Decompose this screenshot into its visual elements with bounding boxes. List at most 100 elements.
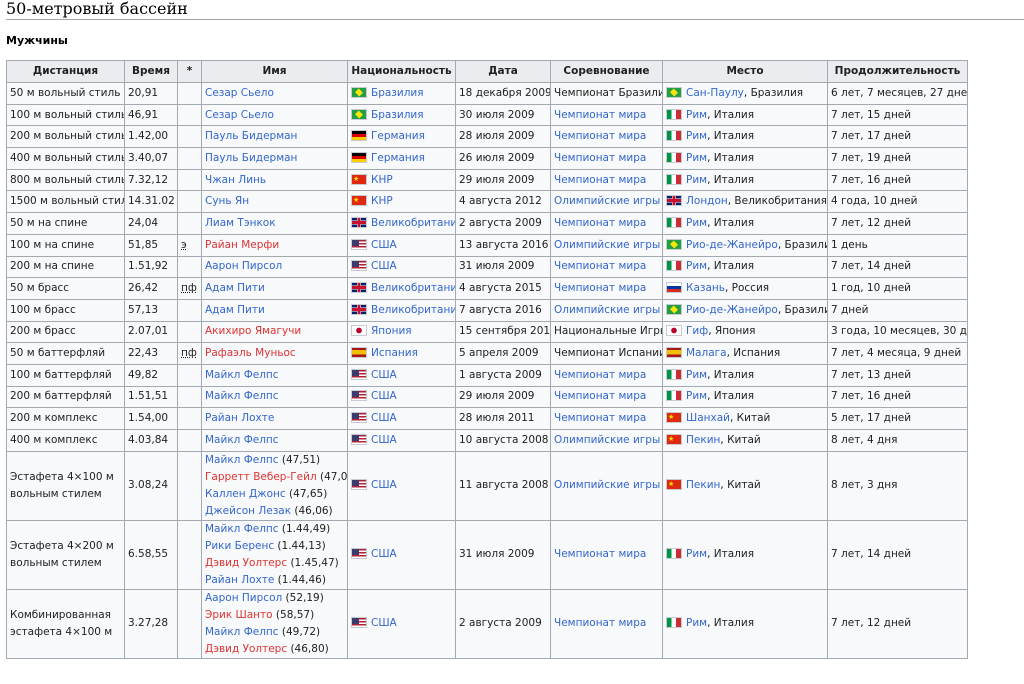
swimmer-link[interactable]: Райан Мерфи [205, 239, 279, 251]
city-link[interactable]: Рим [686, 109, 707, 121]
city-link[interactable]: Рим [686, 174, 707, 186]
swimmer-link[interactable]: Рики Беренс [205, 540, 274, 552]
nation-link[interactable]: США [371, 390, 397, 402]
nation-link[interactable]: Испания [371, 347, 418, 359]
competition-label[interactable]: Чемпионат мира [554, 152, 646, 164]
competition-label[interactable]: Олимпийские игры [554, 195, 660, 207]
nation-link[interactable]: США [371, 479, 397, 491]
city-link[interactable]: Рим [686, 217, 707, 229]
nation-link[interactable]: Великобритания [371, 304, 455, 316]
city-link[interactable]: Казань [686, 282, 725, 294]
swimmer-link[interactable]: Пауль Бидерман [205, 130, 297, 142]
competition-label[interactable]: Чемпионат мира [554, 412, 646, 424]
nation-link[interactable]: Бразилия [371, 109, 424, 121]
competition-label[interactable]: Чемпионат мира [554, 282, 646, 294]
city-link[interactable]: Рим [686, 369, 707, 381]
header-competition[interactable]: Соревнование [550, 60, 663, 83]
city-link[interactable]: Гиф [686, 325, 708, 337]
city-link[interactable]: Пекин [686, 434, 720, 446]
country-text: , Италия [707, 260, 755, 273]
swimmer-link[interactable]: Эрик Шанто [205, 609, 273, 621]
country-text: , Бразилия [777, 238, 827, 251]
swimmer-link[interactable]: Майкл Фелпс [205, 434, 279, 446]
competition-label[interactable]: Чемпионат мира [554, 390, 646, 402]
swimmer-link[interactable]: Райан Лохте [205, 574, 274, 586]
competition-label[interactable]: Олимпийские игры [554, 434, 660, 446]
city-link[interactable]: Рим [686, 260, 707, 272]
swimmer-link[interactable]: Аарон Пирсол [205, 260, 282, 272]
nation-link[interactable]: США [371, 260, 397, 272]
swimmer-link[interactable]: Каллен Джонс [205, 488, 286, 500]
swimmer-link[interactable]: Гарретт Вебер-Гейл [205, 471, 317, 483]
swimmer-link[interactable]: Сезар Сьело [205, 109, 274, 121]
nation-link[interactable]: Германия [371, 130, 425, 142]
header-venue[interactable]: Место [662, 60, 828, 83]
competition-label[interactable]: Чемпионат мира [554, 109, 646, 121]
city-link[interactable]: Рим [686, 548, 707, 560]
city-link[interactable]: Пекин [686, 479, 720, 491]
swimmer-link[interactable]: Чжан Линь [205, 174, 266, 186]
nation-link[interactable]: Великобритания [371, 217, 455, 229]
competition-label[interactable]: Чемпионат мира [554, 217, 646, 229]
swimmer-link[interactable]: Дэвид Уолтерс [205, 643, 287, 655]
swimmer-link[interactable]: Джейсон Лезак [205, 505, 291, 517]
competition-label[interactable]: Чемпионат мира [554, 548, 646, 560]
nation-link[interactable]: Япония [371, 325, 412, 337]
city-link[interactable]: Рим [686, 130, 707, 142]
swimmer-link[interactable]: Аарон Пирсол [205, 592, 282, 604]
nation-link[interactable]: США [371, 548, 397, 560]
swimmer-link[interactable]: Сунь Ян [205, 195, 249, 207]
city-link[interactable]: Рио-де-Жанейро [686, 239, 778, 251]
event-label: 50 м брасс [10, 282, 70, 295]
city-link[interactable]: Малага [686, 347, 727, 359]
competition-label[interactable]: Олимпийские игры [554, 239, 660, 251]
header-date[interactable]: Дата [455, 60, 551, 83]
header-duration[interactable]: Продолжительность [827, 60, 968, 83]
swimmer: Майкл Фелпс [205, 432, 344, 449]
nation-link[interactable]: КНР [371, 195, 393, 207]
nation-link[interactable]: США [371, 617, 397, 629]
nation-link[interactable]: Бразилия [371, 87, 424, 99]
header-distance[interactable]: Дистанция [6, 60, 125, 83]
nation-link[interactable]: США [371, 239, 397, 251]
swimmer-link[interactable]: Лиам Тэнкок [205, 217, 276, 229]
swimmer-link[interactable]: Рафаэль Муньос [205, 347, 296, 359]
competition-label[interactable]: Олимпийские игры [554, 479, 660, 491]
header-name[interactable]: Имя [201, 60, 348, 83]
swimmer-link[interactable]: Майкл Фелпс [205, 523, 279, 535]
city-link[interactable]: Рим [686, 152, 707, 164]
city-link[interactable]: Рим [686, 390, 707, 402]
nation-link[interactable]: КНР [371, 174, 393, 186]
swimmer-link[interactable]: Майкл Фелпс [205, 390, 279, 402]
city-link[interactable]: Рио-де-Жанейро [686, 304, 778, 316]
header-time[interactable]: Время [124, 60, 178, 83]
date-cell: 28 июля 2009 [455, 125, 551, 149]
nation-link[interactable]: США [371, 369, 397, 381]
swimmer-link[interactable]: Майкл Фелпс [205, 626, 279, 638]
swimmer-link[interactable]: Сезар Сьело [205, 87, 274, 99]
swimmer-link[interactable]: Акихиро Ямагучи [205, 325, 301, 337]
nation-link[interactable]: США [371, 412, 397, 424]
competition-label[interactable]: Чемпионат мира [554, 617, 646, 629]
swimmer-link[interactable]: Пауль Бидерман [205, 152, 297, 164]
swimmer-link[interactable]: Майкл Фелпс [205, 454, 279, 466]
nation-link[interactable]: Германия [371, 152, 425, 164]
swimmer-link[interactable]: Майкл Фелпс [205, 369, 279, 381]
header-nationality[interactable]: Национальность [347, 60, 456, 83]
competition-label[interactable]: Чемпионат мира [554, 174, 646, 186]
city-link[interactable]: Шанхай [686, 412, 730, 424]
city-link[interactable]: Лондон [686, 195, 728, 207]
competition-label[interactable]: Чемпионат мира [554, 130, 646, 142]
city-link[interactable]: Сан-Паулу [686, 87, 744, 99]
competition-label[interactable]: Олимпийские игры [554, 304, 660, 316]
competition-label[interactable]: Чемпионат мира [554, 260, 646, 272]
nation-link[interactable]: США [371, 434, 397, 446]
swimmer-link[interactable]: Адам Пити [205, 304, 265, 316]
swimmer-link[interactable]: Адам Пити [205, 282, 265, 294]
city-link[interactable]: Рим [686, 617, 707, 629]
header-mark[interactable]: * [177, 60, 202, 83]
swimmer-link[interactable]: Райан Лохте [205, 412, 274, 424]
swimmer-link[interactable]: Дэвид Уолтерс [205, 557, 287, 569]
competition-label[interactable]: Чемпионат мира [554, 369, 646, 381]
nation-link[interactable]: Великобритания [371, 282, 455, 294]
